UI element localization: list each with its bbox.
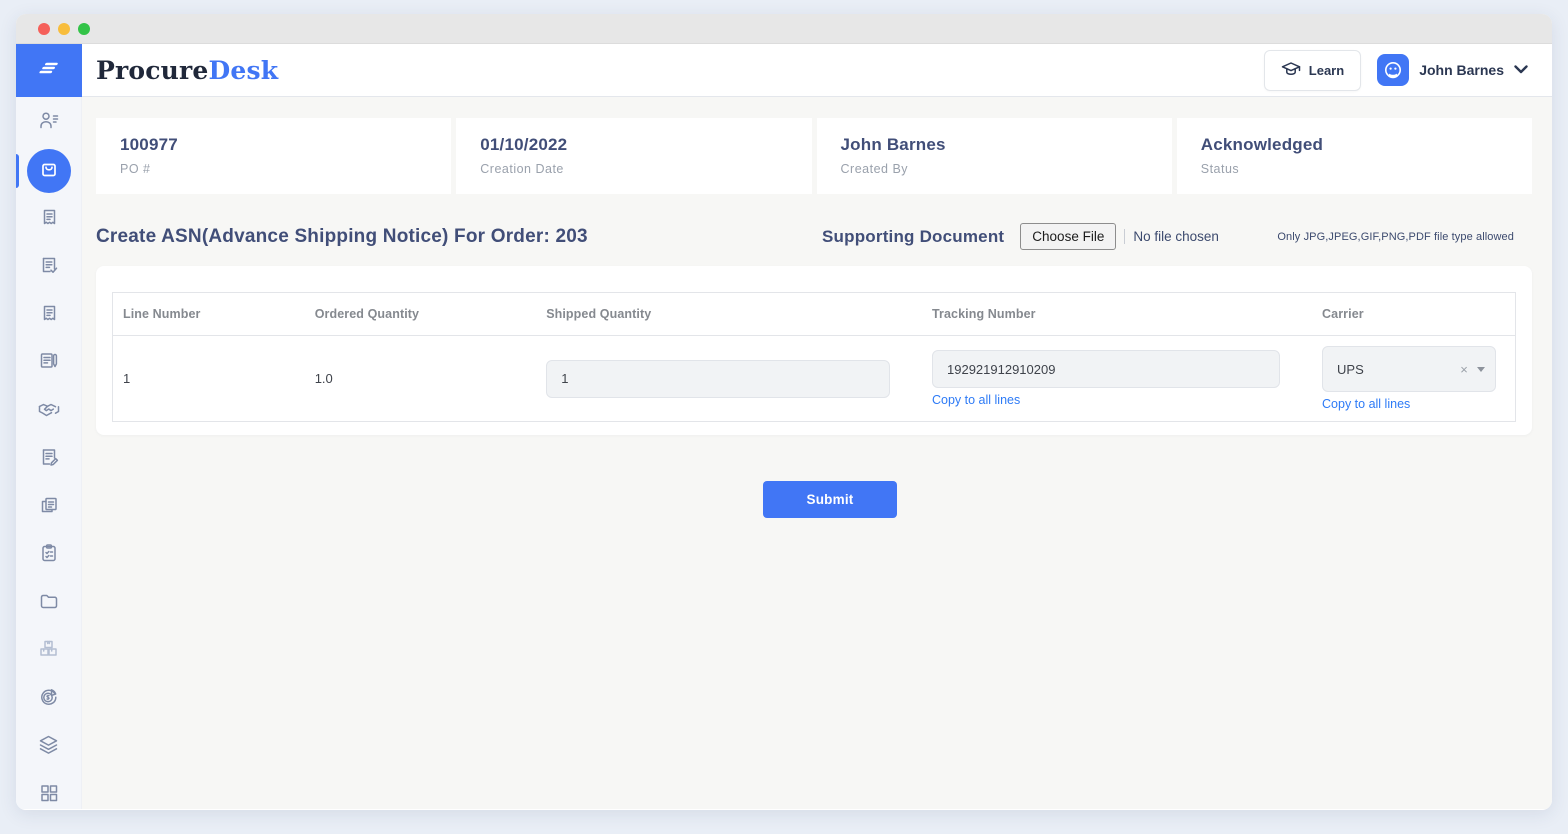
table-row: 1 1.0 Copy to all lines bbox=[113, 336, 1516, 422]
folder-icon bbox=[38, 590, 60, 617]
layers-icon bbox=[37, 733, 60, 761]
status-label: Status bbox=[1201, 162, 1508, 176]
card-creation-date: 01/10/2022 Creation Date bbox=[456, 118, 811, 194]
active-indicator bbox=[16, 154, 19, 188]
users-icon bbox=[38, 110, 60, 137]
document-check-icon bbox=[38, 254, 60, 281]
po-number-value: 100977 bbox=[120, 135, 427, 155]
sidebar-item-budgets[interactable] bbox=[16, 675, 82, 723]
inventory-boxes-icon bbox=[37, 637, 60, 665]
notepad-pen-icon bbox=[37, 349, 60, 377]
created-by-value: John Barnes bbox=[841, 135, 1148, 155]
sidebar-logo[interactable] bbox=[16, 44, 82, 97]
creation-date-label: Creation Date bbox=[480, 162, 787, 176]
app-logo-icon bbox=[37, 56, 61, 85]
sidebar-item-documents[interactable] bbox=[16, 483, 82, 531]
shopping-bag-icon bbox=[38, 158, 60, 185]
tracking-number-input[interactable] bbox=[932, 350, 1280, 388]
handshake-icon bbox=[37, 397, 61, 426]
brand-primary: Procure bbox=[96, 56, 209, 85]
creation-date-value: 01/10/2022 bbox=[480, 135, 787, 155]
document-edit-icon bbox=[38, 446, 60, 473]
supporting-document-file-input[interactable]: Choose File No file chosen bbox=[1020, 223, 1219, 250]
carrier-cell: UPS × Copy to all lines bbox=[1312, 336, 1515, 422]
card-po-number: 100977 PO # bbox=[96, 118, 451, 194]
close-window-button[interactable] bbox=[38, 23, 50, 35]
line-number-cell: 1 bbox=[113, 336, 305, 422]
graduation-cap-icon bbox=[1281, 60, 1301, 81]
sidebar bbox=[16, 44, 82, 809]
asn-section-header: Create ASN(Advance Shipping Notice) For … bbox=[96, 223, 1532, 250]
sidebar-item-contracts[interactable] bbox=[16, 435, 82, 483]
line-items-table: Line Number Ordered Quantity Shipped Qua… bbox=[112, 292, 1516, 422]
created-by-label: Created By bbox=[841, 162, 1148, 176]
sidebar-item-purchase-orders[interactable] bbox=[16, 147, 82, 195]
shipped-quantity-cell bbox=[536, 336, 922, 422]
info-cards: 100977 PO # 01/10/2022 Creation Date Joh… bbox=[96, 118, 1532, 194]
content-area: 100977 PO # 01/10/2022 Creation Date Joh… bbox=[82, 97, 1552, 809]
invoice-receipt-icon bbox=[38, 302, 60, 329]
brand-logo[interactable]: ProcureDesk bbox=[96, 56, 278, 85]
po-number-label: PO # bbox=[120, 162, 427, 176]
documents-copy-icon bbox=[38, 494, 60, 521]
card-created-by: John Barnes Created By bbox=[817, 118, 1172, 194]
ordered-quantity-cell: 1.0 bbox=[305, 336, 536, 422]
page-title: Create ASN(Advance Shipping Notice) For … bbox=[96, 226, 806, 248]
sidebar-item-quotes[interactable] bbox=[16, 339, 82, 387]
zoom-window-button[interactable] bbox=[78, 23, 90, 35]
sidebar-item-users[interactable] bbox=[16, 99, 82, 147]
header-carrier: Carrier bbox=[1312, 293, 1515, 336]
window-titlebar bbox=[16, 14, 1552, 44]
carrier-selected-value: UPS bbox=[1337, 362, 1364, 377]
sidebar-item-order-approvals[interactable] bbox=[16, 243, 82, 291]
header-tracking-number: Tracking Number bbox=[922, 293, 1312, 336]
file-chosen-status: No file chosen bbox=[1124, 229, 1219, 244]
clipboard-checklist-icon bbox=[38, 542, 60, 569]
tracking-number-cell: Copy to all lines bbox=[922, 336, 1312, 422]
carrier-select[interactable]: UPS × bbox=[1322, 346, 1496, 392]
user-name: John Barnes bbox=[1419, 62, 1504, 78]
sidebar-item-files[interactable] bbox=[16, 579, 82, 627]
brand-secondary: Desk bbox=[209, 56, 279, 85]
file-type-note: Only JPG,JPEG,GIF,PNG,PDF file type allo… bbox=[1277, 231, 1532, 243]
dropdown-caret-icon[interactable] bbox=[1477, 367, 1485, 372]
header-shipped-quantity: Shipped Quantity bbox=[536, 293, 922, 336]
shipped-quantity-input[interactable] bbox=[546, 360, 890, 398]
copy-tracking-to-all-lines-link[interactable]: Copy to all lines bbox=[932, 393, 1020, 407]
copy-carrier-to-all-lines-link[interactable]: Copy to all lines bbox=[1322, 397, 1410, 411]
submit-button[interactable]: Submit bbox=[763, 481, 898, 518]
chevron-down-icon bbox=[1514, 61, 1528, 79]
minimize-window-button[interactable] bbox=[58, 23, 70, 35]
apps-grid-icon bbox=[38, 782, 60, 809]
sidebar-item-receipts[interactable] bbox=[16, 195, 82, 243]
sidebar-item-checklists[interactable] bbox=[16, 531, 82, 579]
budget-dollar-icon bbox=[37, 685, 60, 713]
header-ordered-quantity: Ordered Quantity bbox=[305, 293, 536, 336]
sidebar-item-catalogs[interactable] bbox=[16, 723, 82, 771]
sidebar-item-apps[interactable] bbox=[16, 771, 82, 810]
header-line-number: Line Number bbox=[113, 293, 305, 336]
choose-file-button[interactable]: Choose File bbox=[1020, 223, 1116, 250]
line-items-panel: Line Number Ordered Quantity Shipped Qua… bbox=[96, 266, 1532, 435]
app-window: ProcureDesk Learn bbox=[16, 14, 1552, 810]
sidebar-item-vendors[interactable] bbox=[16, 387, 82, 435]
sidebar-item-inventory[interactable] bbox=[16, 627, 82, 675]
table-header-row: Line Number Ordered Quantity Shipped Qua… bbox=[113, 293, 1516, 336]
receipt-icon bbox=[38, 206, 60, 233]
learn-label: Learn bbox=[1309, 63, 1344, 78]
avatar bbox=[1377, 54, 1409, 86]
card-status: Acknowledged Status bbox=[1177, 118, 1532, 194]
learn-button[interactable]: Learn bbox=[1264, 50, 1361, 91]
user-menu[interactable]: John Barnes bbox=[1377, 54, 1528, 86]
supporting-document-label: Supporting Document bbox=[822, 227, 1004, 247]
top-header: ProcureDesk Learn bbox=[82, 44, 1552, 97]
sidebar-item-invoices[interactable] bbox=[16, 291, 82, 339]
clear-selection-icon[interactable]: × bbox=[1460, 362, 1468, 377]
status-value: Acknowledged bbox=[1201, 135, 1508, 155]
